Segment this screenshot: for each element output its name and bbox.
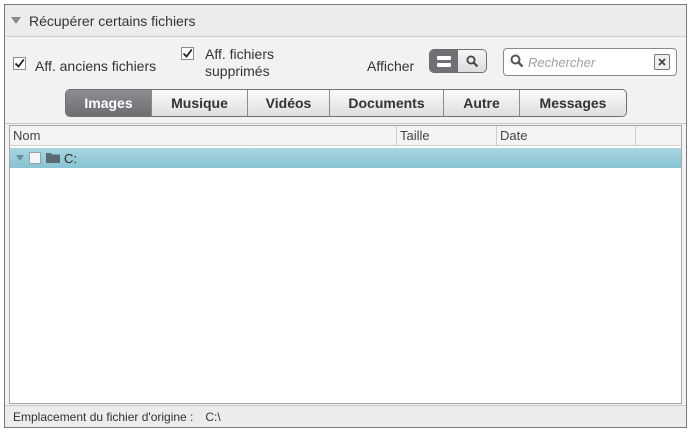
magnifier-icon xyxy=(466,55,478,67)
status-bar: Emplacement du fichier d'origine : C:\ xyxy=(5,405,686,427)
origin-location-label: Emplacement du fichier d'origine : xyxy=(13,409,194,424)
column-date[interactable]: Date xyxy=(497,126,636,146)
show-deleted-files-label-line2: supprimés xyxy=(205,63,270,79)
list-lines-icon xyxy=(437,62,451,67)
clear-search-button[interactable] xyxy=(654,54,670,70)
show-deleted-files-checkbox[interactable] xyxy=(181,47,194,60)
toolbar: Aff. anciens fichiers Aff. fichiers supp… xyxy=(5,38,686,86)
list-lines-icon xyxy=(437,55,451,60)
panel-header[interactable]: Récupérer certains fichiers xyxy=(5,5,686,37)
origin-location-path: C:\ xyxy=(205,409,221,424)
tab-other[interactable]: Autre xyxy=(444,90,520,116)
search-box xyxy=(503,48,677,76)
show-old-files-label: Aff. anciens fichiers xyxy=(35,58,157,74)
display-label: Afficher xyxy=(367,58,415,74)
checkmark-icon xyxy=(14,58,25,68)
folder-icon xyxy=(46,151,60,166)
show-deleted-files-label-line1: Aff. fichiers xyxy=(205,46,274,62)
table-row[interactable]: C: xyxy=(10,148,681,168)
file-list: Nom Taille Date C: xyxy=(9,125,682,404)
recover-files-panel: Récupérer certains fichiers Aff. anciens… xyxy=(4,4,687,428)
show-old-files-checkbox[interactable] xyxy=(13,57,26,70)
column-name[interactable]: Nom xyxy=(10,126,397,146)
tab-music[interactable]: Musique xyxy=(152,90,248,116)
search-icon xyxy=(510,54,524,71)
list-view-button[interactable] xyxy=(430,50,458,72)
tab-videos[interactable]: Vidéos xyxy=(248,90,330,116)
panel-title: Récupérer certains fichiers xyxy=(29,12,196,29)
search-input[interactable] xyxy=(528,54,648,70)
column-extra xyxy=(636,126,681,146)
close-x-icon xyxy=(658,58,666,66)
checkmark-icon xyxy=(182,48,193,58)
category-tabs-row: Images Musique Vidéos Documents Autre Me… xyxy=(5,86,686,124)
triangle-down-icon[interactable] xyxy=(16,155,24,161)
tab-images[interactable]: Images xyxy=(66,90,152,116)
column-size[interactable]: Taille xyxy=(397,126,497,146)
row-checkbox[interactable] xyxy=(29,152,41,164)
tab-messages[interactable]: Messages xyxy=(520,90,626,116)
collapse-triangle-icon[interactable] xyxy=(11,17,21,24)
tab-documents[interactable]: Documents xyxy=(330,90,444,116)
search-view-button[interactable] xyxy=(458,50,486,72)
row-name: C: xyxy=(64,150,77,166)
category-tabs: Images Musique Vidéos Documents Autre Me… xyxy=(65,89,627,117)
column-header: Nom Taille Date xyxy=(10,126,681,146)
view-mode-toggle xyxy=(429,49,487,73)
